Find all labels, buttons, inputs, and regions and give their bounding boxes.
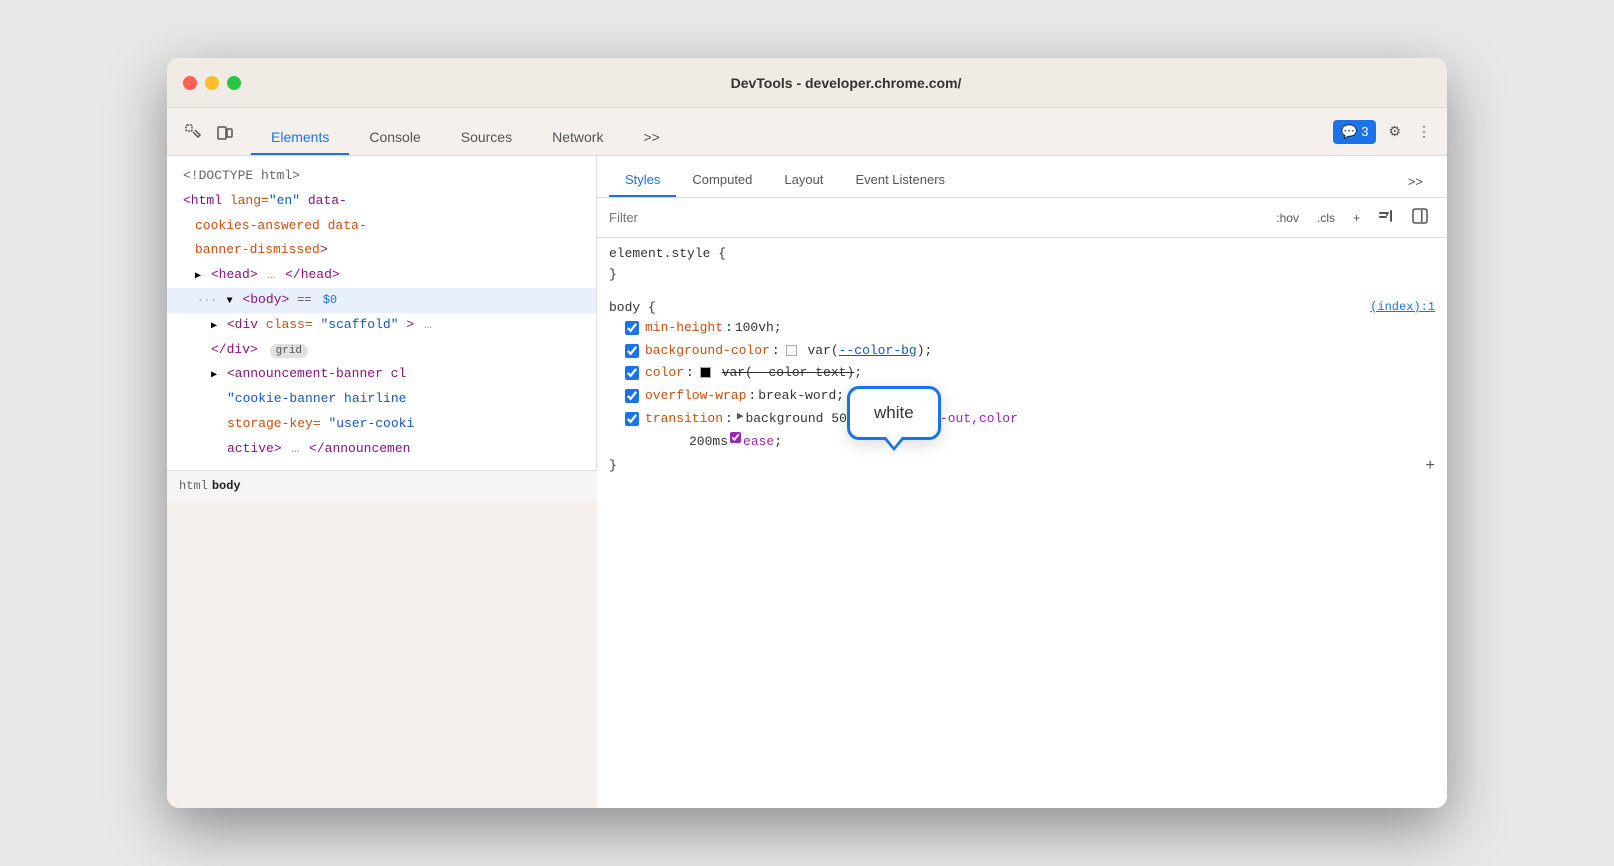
dom-div-close[interactable]: </div> grid [167, 338, 596, 363]
settings-button[interactable]: ⚙ [1384, 119, 1405, 144]
tooltip-text: white [874, 403, 914, 422]
element-style-selector: element.style { [609, 246, 1435, 261]
bg-color-swatch[interactable] [786, 345, 797, 356]
tab-more-styles[interactable]: >> [1396, 166, 1435, 197]
close-button[interactable] [183, 76, 197, 90]
dom-doctype: <!DOCTYPE html> [167, 164, 596, 189]
breadcrumb-bar: html body [167, 470, 597, 502]
element-style-close: } [609, 263, 1435, 288]
grid-badge: grid [270, 344, 308, 358]
dom-div-scaffold[interactable]: ▶ <div class= "scaffold" > … [167, 313, 596, 338]
titlebar: DevTools - developer.chrome.com/ [167, 58, 1447, 108]
tab-network[interactable]: Network [532, 121, 623, 155]
devtools-window: DevTools - developer.chrome.com/ Element… [167, 58, 1447, 808]
prop-color: color : var(--color-text) ; [609, 362, 1435, 385]
transition-checkbox[interactable] [625, 412, 639, 426]
tab-layout[interactable]: Layout [768, 164, 839, 197]
tab-event-listeners[interactable]: Event Listeners [839, 164, 961, 197]
new-style-rule-button[interactable] [1371, 205, 1401, 230]
hov-button[interactable]: :hov [1269, 208, 1306, 228]
triangle-icon: ▶ [211, 319, 217, 335]
badge-count: 3 [1361, 124, 1368, 139]
background-color-checkbox[interactable] [625, 344, 639, 358]
color-bg-link[interactable]: --color-bg [839, 343, 917, 358]
tab-console[interactable]: Console [349, 121, 440, 155]
prop-transition-cont: 200ms ease ; [609, 431, 1435, 454]
filter-bar: :hov .cls + [597, 198, 1447, 238]
breadcrumb-html[interactable]: html [179, 479, 208, 493]
text-color-swatch[interactable] [700, 367, 711, 378]
prop-overflow-wrap: overflow-wrap : break-word ; [609, 385, 1435, 408]
main-content: <!DOCTYPE html> <html lang="en" data- co… [167, 156, 1447, 808]
filter-actions: :hov .cls + [1269, 205, 1435, 230]
styles-tabs: Styles Computed Layout Event Listeners >… [597, 156, 1447, 198]
dom-head[interactable]: ▶ <head> … </head> [167, 263, 596, 288]
triangle-icon: ▶ [211, 368, 217, 384]
add-property-button[interactable]: + [1425, 458, 1435, 474]
add-style-button[interactable]: + [1346, 208, 1367, 228]
dom-storage-key: storage-key= "user-cooki [167, 412, 596, 437]
maximize-button[interactable] [227, 76, 241, 90]
prop-transition: transition : ▶ background 500ms ease-in-… [609, 408, 1435, 431]
cls-button[interactable]: .cls [1310, 208, 1342, 228]
styles-content: element.style { } body { (index):1 [597, 238, 1447, 808]
source-link[interactable]: (index):1 [1370, 300, 1435, 314]
triangle-icon: ▼ [227, 294, 233, 310]
tab-more[interactable]: >> [623, 121, 679, 155]
window-title: DevTools - developer.chrome.com/ [261, 75, 1431, 91]
toolbar-right: 💬 3 ⚙ ⋮ [1333, 119, 1435, 144]
color-checkbox[interactable] [625, 366, 639, 380]
body-rule-close: } [609, 458, 617, 473]
min-height-checkbox[interactable] [625, 321, 639, 335]
device-icon[interactable] [211, 118, 239, 146]
overflow-wrap-checkbox[interactable] [625, 389, 639, 403]
breadcrumb-body[interactable]: body [212, 479, 241, 493]
color-tooltip: white [847, 386, 941, 440]
tab-elements[interactable]: Elements [251, 121, 349, 155]
prop-min-height: min-height : 100vh ; [609, 317, 1435, 340]
tab-styles[interactable]: Styles [609, 164, 676, 197]
dom-announcement[interactable]: ▶ <announcement-banner cl [167, 362, 596, 387]
element-style-rule: element.style { } [609, 246, 1435, 288]
more-button[interactable]: ⋮ [1413, 119, 1435, 144]
toggle-sidebar-button[interactable] [1405, 205, 1435, 230]
dom-html[interactable]: <html lang="en" data- [167, 189, 596, 214]
styles-panel: Styles Computed Layout Event Listeners >… [597, 156, 1447, 808]
body-selector: body { (index):1 [609, 300, 1435, 315]
dom-html-attr1: cookies-answered data- [167, 214, 596, 239]
minimize-button[interactable] [205, 76, 219, 90]
main-tabs: Elements Console Sources Network >> [251, 108, 1329, 155]
body-rule: body { (index):1 min-height : 100vh ; [609, 300, 1435, 474]
tab-computed[interactable]: Computed [676, 164, 768, 197]
dom-cookie-banner: "cookie-banner hairline [167, 387, 596, 412]
dom-body[interactable]: ··· ▼ <body> == $0 [167, 288, 596, 313]
toolbar: Elements Console Sources Network >> 💬 3 … [167, 108, 1447, 156]
elements-panel: <!DOCTYPE html> <html lang="en" data- co… [167, 156, 597, 470]
message-icon: 💬 [1341, 124, 1357, 140]
filter-input[interactable] [609, 210, 1261, 225]
inspect-icon[interactable] [179, 118, 207, 146]
dom-html-attr2: banner-dismissed> [167, 238, 596, 263]
tab-sources[interactable]: Sources [441, 121, 532, 155]
transition-arrow-icon[interactable]: ▶ [737, 409, 744, 427]
messages-badge[interactable]: 💬 3 [1333, 120, 1376, 144]
prop-background-color: background-color : var(--color-bg) ; [609, 340, 1435, 363]
traffic-lights [183, 76, 241, 90]
dom-active-close[interactable]: active> … </announcemen [167, 437, 596, 462]
triangle-icon: ▶ [195, 269, 201, 285]
ease2-checkbox[interactable] [730, 432, 741, 443]
